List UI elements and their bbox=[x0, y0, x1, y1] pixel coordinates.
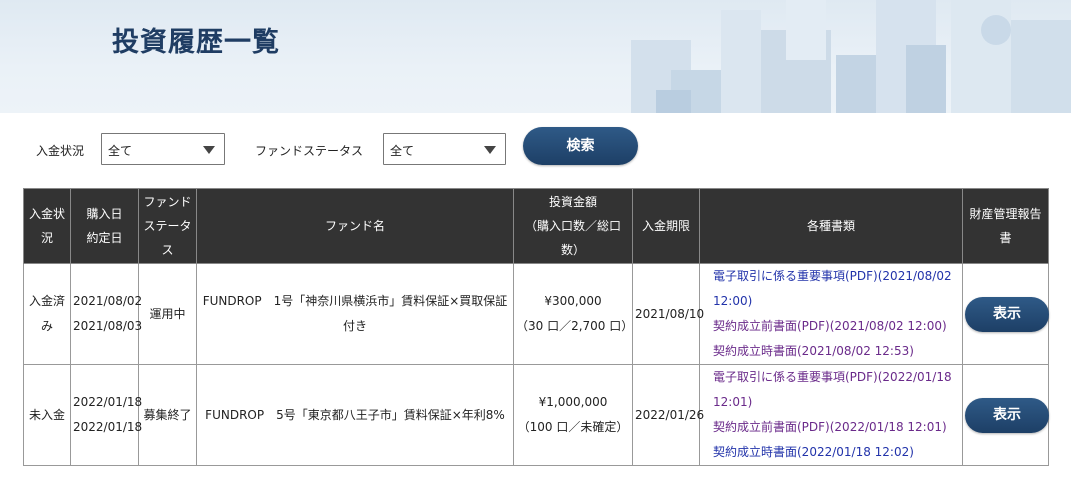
building-illustration bbox=[631, 0, 1071, 113]
amount-cell: ¥300,000 （30 口／2,700 口） bbox=[513, 263, 634, 365]
doc-link-important-matters[interactable]: 電子取引に係る重要事項(PDF)(2022/01/18 12:01) bbox=[713, 365, 960, 415]
purchase-date: 2021/08/02 bbox=[73, 294, 143, 308]
amount-value: ¥1,000,000 bbox=[538, 395, 608, 409]
fund-status-cell: 募集終了 bbox=[138, 364, 197, 466]
dates-cell: 2022/01/18 2022/01/18 bbox=[70, 364, 143, 466]
doc-link-important-matters[interactable]: 電子取引に係る重要事項(PDF)(2021/08/02 12:00) bbox=[713, 264, 960, 314]
doc-link-contract-concluded[interactable]: 契約成立時書面(2022/01/18 12:02) bbox=[713, 440, 960, 465]
contract-date: 2022/01/18 bbox=[73, 420, 143, 434]
fund-status-select[interactable]: 全て bbox=[383, 133, 506, 165]
amount-cell: ¥1,000,000 （100 口／未確定） bbox=[513, 364, 633, 466]
header-property-report: 財産管理報告書 bbox=[962, 188, 1049, 264]
chevron-down-icon bbox=[203, 146, 215, 154]
property-report-cell: 表示 bbox=[962, 263, 1049, 365]
header-fund-name: ファンド名 bbox=[196, 188, 514, 264]
header-deposit-status: 入金状況 bbox=[23, 188, 71, 264]
purchase-date: 2022/01/18 bbox=[73, 395, 143, 409]
fund-status-cell: 運用中 bbox=[138, 263, 197, 365]
doc-link-pre-contract[interactable]: 契約成立前書面(PDF)(2022/01/18 12:01) bbox=[713, 415, 960, 440]
view-report-button[interactable]: 表示 bbox=[965, 296, 1049, 332]
fund-name-link[interactable]: FUNDROP 1号「神奈川県横浜市」賃料保証×買取保証付き bbox=[196, 263, 514, 365]
header-banner: 投資履歴一覧 bbox=[0, 0, 1071, 113]
investment-history-table: 入金状況 購入日 約定日 ファンドステータス ファンド名 投資金額 （購入口数／… bbox=[23, 188, 1049, 466]
doc-link-contract-concluded[interactable]: 契約成立時書面(2021/08/02 12:53) bbox=[713, 339, 960, 364]
property-report-cell: 表示 bbox=[962, 364, 1049, 466]
units-value: （30 口／2,700 口） bbox=[516, 319, 634, 333]
deposit-status-select[interactable]: 全て bbox=[101, 133, 225, 165]
units-value: （100 口／未確定） bbox=[517, 420, 629, 434]
table-row: 入金済み 2021/08/02 2021/08/03 運用中 FUNDROP 1… bbox=[23, 263, 1049, 365]
header-deposit-deadline: 入金期限 bbox=[632, 188, 700, 264]
doc-link-pre-contract[interactable]: 契約成立前書面(PDF)(2021/08/02 12:00) bbox=[713, 314, 960, 339]
search-button[interactable]: 検索 bbox=[523, 127, 638, 165]
dates-cell: 2021/08/02 2021/08/03 bbox=[70, 263, 143, 365]
header-documents: 各種書類 bbox=[699, 188, 963, 264]
deposit-status-value: 全て bbox=[108, 144, 133, 158]
fund-status-value: 全て bbox=[390, 144, 415, 158]
deposit-status-label: 入金状況 bbox=[36, 144, 85, 158]
contract-date: 2021/08/03 bbox=[73, 319, 143, 333]
amount-value: ¥300,000 bbox=[544, 294, 602, 308]
fund-name-link[interactable]: FUNDROP 5号「東京都八王子市」賃料保証×年利8% bbox=[196, 364, 514, 466]
table-row: 未入金 2022/01/18 2022/01/18 募集終了 FUNDROP 5… bbox=[23, 364, 1049, 466]
documents-cell: 電子取引に係る重要事項(PDF)(2021/08/02 12:00) 契約成立前… bbox=[699, 263, 963, 365]
header-dates: 購入日 約定日 bbox=[70, 188, 139, 264]
view-report-button[interactable]: 表示 bbox=[965, 397, 1049, 433]
page-title: 投資履歴一覧 bbox=[112, 27, 280, 58]
deposit-deadline-cell: 2021/08/10 bbox=[632, 263, 704, 365]
documents-cell: 電子取引に係る重要事項(PDF)(2022/01/18 12:01) 契約成立前… bbox=[699, 364, 963, 466]
chevron-down-icon bbox=[484, 146, 496, 154]
filter-bar: 入金状況 全て ファンドステータス 全て 検索 bbox=[0, 126, 1071, 170]
deposit-deadline-cell: 2022/01/26 bbox=[632, 364, 704, 466]
fund-status-label: ファンドステータス bbox=[255, 144, 364, 158]
deposit-status-cell: 入金済み bbox=[23, 263, 71, 365]
header-amount: 投資金額 （購入口数／総口数） bbox=[513, 188, 633, 264]
table-header-row: 入金状況 購入日 約定日 ファンドステータス ファンド名 投資金額 （購入口数／… bbox=[23, 188, 1049, 264]
header-fund-status: ファンドステータス bbox=[138, 188, 197, 264]
deposit-status-cell: 未入金 bbox=[23, 364, 71, 466]
